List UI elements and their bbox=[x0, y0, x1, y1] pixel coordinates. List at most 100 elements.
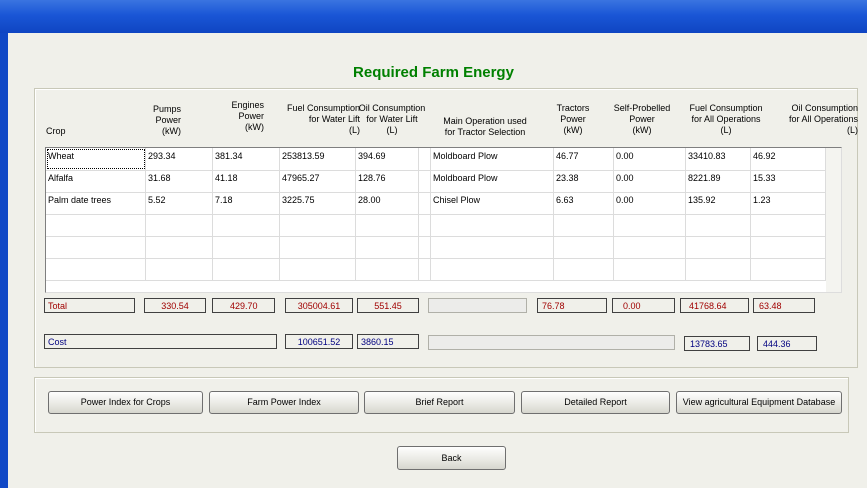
table-row[interactable]: Alfalfa 31.68 41.18 47965.27 128.76 Mold… bbox=[46, 170, 826, 193]
power-index-crops-button[interactable]: Power Index for Crops bbox=[48, 391, 203, 414]
cell-crop[interactable]: Alfalfa bbox=[46, 170, 146, 192]
cell-engines[interactable] bbox=[213, 236, 280, 258]
cell-pumps[interactable] bbox=[146, 258, 213, 280]
total-engines-power: 429.70 bbox=[212, 298, 275, 313]
header-engines-power: Engines Power (kW) bbox=[231, 100, 264, 132]
cost-oil-water-lift: 3860.15 bbox=[357, 334, 419, 349]
cost-label: Cost bbox=[44, 334, 277, 349]
header-main-operation: Main Operation used for Tractor Selection bbox=[443, 116, 527, 137]
cell-engines[interactable]: 381.34 bbox=[213, 148, 280, 170]
cell-oil-all[interactable] bbox=[751, 214, 826, 236]
results-table[interactable]: Wheat 293.34 381.34 253813.59 394.69 Mol… bbox=[45, 147, 842, 293]
cell-oil-all[interactable] bbox=[751, 258, 826, 280]
brief-report-button[interactable]: Brief Report bbox=[364, 391, 515, 414]
table-scroll-area[interactable] bbox=[826, 148, 841, 292]
cell-fuel-all[interactable] bbox=[686, 258, 751, 280]
cell-engines[interactable] bbox=[213, 258, 280, 280]
cell-self[interactable]: 0.00 bbox=[614, 192, 686, 214]
cell-oil-all[interactable]: 1.23 bbox=[751, 192, 826, 214]
cost-fuel-all-operations: 13783.65 bbox=[684, 336, 750, 351]
cell-operation[interactable]: Moldboard Plow bbox=[431, 170, 554, 192]
header-crop: Crop bbox=[46, 126, 66, 136]
total-operation-blank bbox=[428, 298, 527, 313]
cell-oil-water[interactable] bbox=[356, 236, 419, 258]
cell-self[interactable] bbox=[614, 236, 686, 258]
window-titlebar[interactable] bbox=[0, 0, 867, 33]
cell-oil-all[interactable]: 15.33 bbox=[751, 170, 826, 192]
cell-oil-water[interactable]: 394.69 bbox=[356, 148, 419, 170]
cell-engines[interactable]: 41.18 bbox=[213, 170, 280, 192]
cell-tractors[interactable] bbox=[554, 214, 614, 236]
header-pumps-power: Pumps Power (kW) bbox=[152, 104, 181, 136]
cell-oil-water[interactable] bbox=[356, 258, 419, 280]
cell-spacer bbox=[419, 148, 431, 170]
cell-oil-all[interactable] bbox=[751, 236, 826, 258]
cell-fuel-water[interactable] bbox=[280, 214, 356, 236]
cell-pumps[interactable] bbox=[146, 214, 213, 236]
cell-crop[interactable] bbox=[46, 258, 146, 280]
cost-oil-all-operations: 444.36 bbox=[757, 336, 817, 351]
cell-tractors[interactable]: 6.63 bbox=[554, 192, 614, 214]
cell-fuel-all[interactable]: 33410.83 bbox=[686, 148, 751, 170]
table-row[interactable] bbox=[46, 236, 826, 259]
cell-crop[interactable] bbox=[46, 214, 146, 236]
header-oil-all-operations: Oil Consumption for All Operations (L) bbox=[788, 103, 858, 135]
header-fuel-water-lift: Fuel Consumption for Water Lift (L) bbox=[286, 103, 360, 135]
cell-engines[interactable] bbox=[213, 214, 280, 236]
cell-oil-water[interactable]: 28.00 bbox=[356, 192, 419, 214]
cell-fuel-water[interactable] bbox=[280, 258, 356, 280]
view-equipment-database-button[interactable]: View agricultural Equipment Database bbox=[676, 391, 842, 414]
cell-self[interactable] bbox=[614, 214, 686, 236]
table-row[interactable]: Wheat 293.34 381.34 253813.59 394.69 Mol… bbox=[46, 148, 826, 171]
cell-oil-water[interactable] bbox=[356, 214, 419, 236]
table-row[interactable]: Palm date trees 5.52 7.18 3225.75 28.00 … bbox=[46, 192, 826, 215]
cell-pumps[interactable]: 31.68 bbox=[146, 170, 213, 192]
cell-engines[interactable]: 7.18 bbox=[213, 192, 280, 214]
cell-fuel-water[interactable] bbox=[280, 236, 356, 258]
cell-spacer bbox=[419, 170, 431, 192]
cell-fuel-all[interactable] bbox=[686, 214, 751, 236]
total-oil-all-operations: 63.48 bbox=[753, 298, 815, 313]
cell-fuel-all[interactable]: 135.92 bbox=[686, 192, 751, 214]
header-oil-water-lift: Oil Consumption for Water Lift (L) bbox=[358, 103, 426, 135]
cell-operation[interactable] bbox=[431, 214, 554, 236]
total-label: Total bbox=[44, 298, 135, 313]
farm-power-index-button[interactable]: Farm Power Index bbox=[209, 391, 359, 414]
cell-tractors[interactable]: 46.77 bbox=[554, 148, 614, 170]
back-button[interactable]: Back bbox=[397, 446, 506, 470]
cell-crop[interactable]: Wheat bbox=[46, 148, 146, 170]
total-self-propelled-power: 0.00 bbox=[612, 298, 675, 313]
cell-tractors[interactable]: 23.38 bbox=[554, 170, 614, 192]
cell-pumps[interactable]: 5.52 bbox=[146, 192, 213, 214]
header-fuel-all-operations: Fuel Consumption for All Operations (L) bbox=[689, 103, 763, 135]
cell-pumps[interactable] bbox=[146, 236, 213, 258]
cell-operation[interactable]: Chisel Plow bbox=[431, 192, 554, 214]
cell-operation[interactable] bbox=[431, 258, 554, 280]
page-title: Required Farm Energy bbox=[353, 64, 514, 81]
cell-self[interactable] bbox=[614, 258, 686, 280]
table-row[interactable] bbox=[46, 214, 826, 237]
cell-tractors[interactable] bbox=[554, 258, 614, 280]
table-row[interactable] bbox=[46, 258, 826, 281]
cell-self[interactable]: 0.00 bbox=[614, 148, 686, 170]
cell-oil-all[interactable]: 46.92 bbox=[751, 148, 826, 170]
total-pumps-power: 330.54 bbox=[144, 298, 206, 313]
cell-oil-water[interactable]: 128.76 bbox=[356, 170, 419, 192]
cell-crop[interactable] bbox=[46, 236, 146, 258]
cell-operation[interactable]: Moldboard Plow bbox=[431, 148, 554, 170]
cell-spacer bbox=[419, 236, 431, 258]
detailed-report-button[interactable]: Detailed Report bbox=[521, 391, 670, 414]
cell-fuel-water[interactable]: 47965.27 bbox=[280, 170, 356, 192]
cell-fuel-water[interactable]: 3225.75 bbox=[280, 192, 356, 214]
cell-tractors[interactable] bbox=[554, 236, 614, 258]
cell-fuel-all[interactable] bbox=[686, 236, 751, 258]
cell-fuel-water[interactable]: 253813.59 bbox=[280, 148, 356, 170]
cell-operation[interactable] bbox=[431, 236, 554, 258]
cell-self[interactable]: 0.00 bbox=[614, 170, 686, 192]
total-tractors-power: 76.78 bbox=[537, 298, 607, 313]
window-left-border bbox=[0, 33, 8, 488]
cell-crop[interactable]: Palm date trees bbox=[46, 192, 146, 214]
cell-pumps[interactable]: 293.34 bbox=[146, 148, 213, 170]
cell-fuel-all[interactable]: 8221.89 bbox=[686, 170, 751, 192]
header-tractors-power: Tractors Power (kW) bbox=[556, 103, 590, 135]
